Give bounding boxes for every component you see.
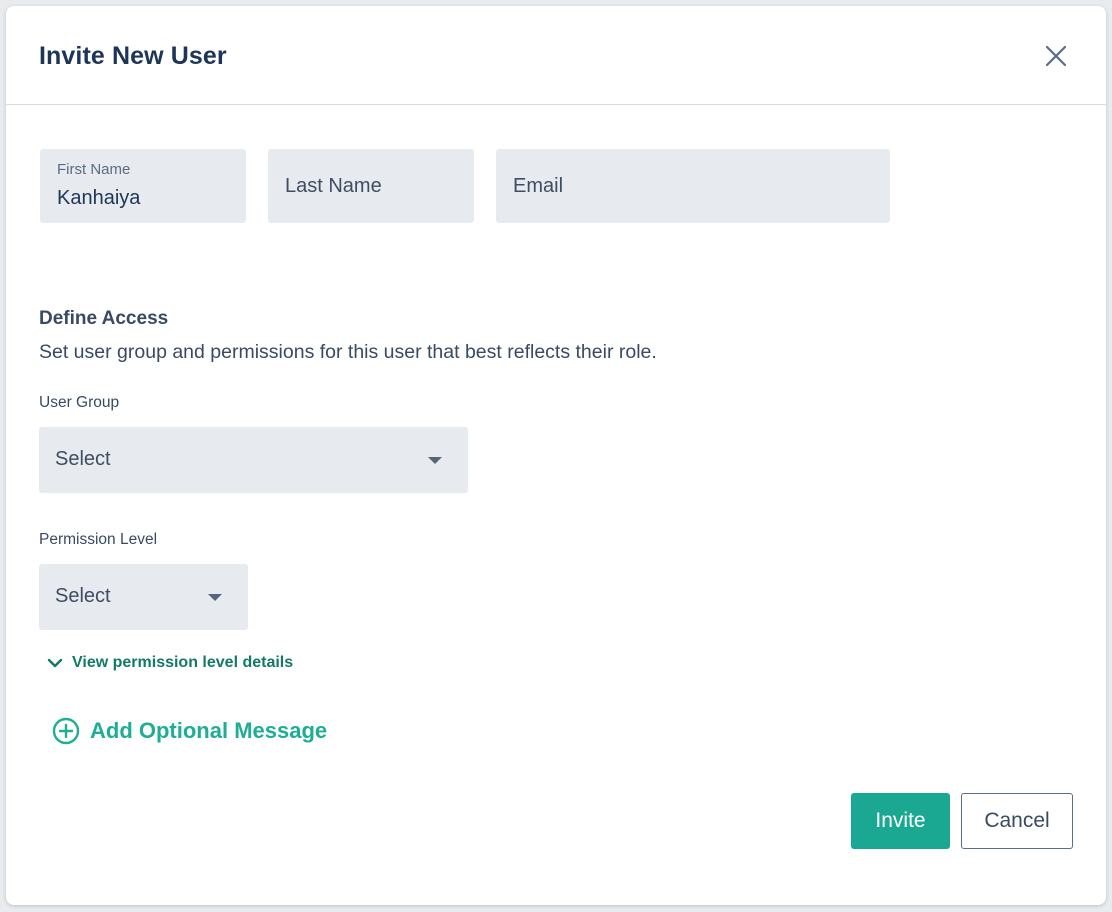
plus-circle-icon bbox=[52, 717, 80, 745]
define-access-description: Set user group and permissions for this … bbox=[39, 341, 657, 363]
user-group-label: User Group bbox=[39, 394, 120, 411]
first-name-label: First Name bbox=[57, 161, 131, 178]
user-group-selected: Select bbox=[55, 448, 111, 470]
view-permission-details-label: View permission level details bbox=[72, 654, 294, 671]
cancel-button[interactable]: Cancel bbox=[961, 793, 1073, 849]
permission-level-label: Permission Level bbox=[39, 531, 158, 548]
first-name-field[interactable]: First Name Kanhaiya bbox=[40, 149, 246, 223]
permission-level-select[interactable]: Select bbox=[39, 564, 248, 630]
permission-level-selected: Select bbox=[55, 585, 111, 607]
chevron-down-icon bbox=[208, 594, 222, 601]
last-name-field[interactable]: Last Name bbox=[268, 149, 474, 223]
email-field[interactable]: Email bbox=[496, 149, 890, 223]
first-name-value: Kanhaiya bbox=[57, 187, 141, 209]
close-icon bbox=[1045, 45, 1067, 67]
add-optional-message-label: Add Optional Message bbox=[90, 718, 328, 743]
dialog-header: Invite New User bbox=[6, 6, 1106, 105]
view-permission-details-link[interactable]: View permission level details bbox=[46, 652, 293, 674]
invite-user-dialog: Invite New User First Name Kanhaiya Last… bbox=[6, 6, 1106, 905]
chevron-down-icon bbox=[428, 457, 442, 464]
define-access-title: Define Access bbox=[39, 308, 169, 329]
chevron-down-icon bbox=[47, 658, 63, 668]
last-name-placeholder: Last Name bbox=[285, 175, 382, 197]
dialog-title: Invite New User bbox=[39, 42, 227, 70]
email-placeholder: Email bbox=[513, 175, 564, 197]
close-button[interactable] bbox=[1042, 42, 1070, 70]
add-optional-message-button[interactable]: Add Optional Message bbox=[52, 715, 327, 747]
user-group-select[interactable]: Select bbox=[39, 427, 468, 493]
invite-button[interactable]: Invite bbox=[851, 793, 950, 849]
